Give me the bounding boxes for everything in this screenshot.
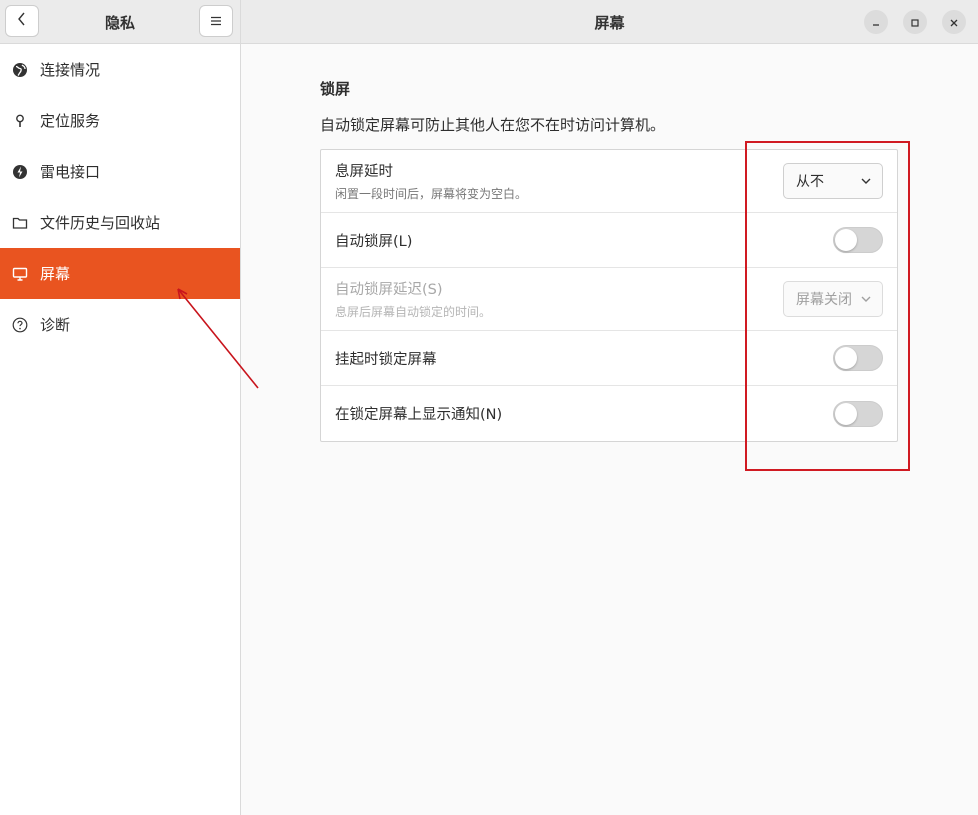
monitor-icon: [12, 266, 28, 282]
row-title: 自动锁屏(L): [335, 233, 413, 250]
section-description: 自动锁定屏幕可防止其他人在您不在时访问计算机。: [320, 116, 666, 134]
minimize-button[interactable]: [864, 10, 888, 34]
menu-button[interactable]: [199, 5, 233, 37]
settings-window: 隐私 连接情况 定位服务 雷电接口 文件历史与回收站 屏幕 诊断 屏幕 锁屏 自…: [0, 0, 978, 815]
sidebar-header: 隐私: [0, 0, 240, 44]
sidebar-item-label: 文件历史与回收站: [40, 214, 161, 232]
help-circle-icon: [12, 317, 28, 333]
sidebar: 隐私 连接情况 定位服务 雷电接口 文件历史与回收站 屏幕 诊断: [0, 0, 241, 815]
section-title: 锁屏: [320, 80, 351, 98]
sidebar-item-thunderbolt[interactable]: 雷电接口: [0, 146, 240, 197]
row-title: 自动锁屏延迟(S): [335, 282, 443, 298]
row-text: 自动锁屏延迟(S) 息屏后屏幕自动锁定的时间。: [335, 278, 491, 320]
row-title: 在锁定屏幕上显示通知(N): [335, 407, 503, 423]
sidebar-item-label: 定位服务: [40, 112, 101, 130]
globe-icon: [12, 62, 28, 78]
sidebar-item-diagnostics[interactable]: 诊断: [0, 299, 240, 350]
sidebar-item-connectivity[interactable]: 连接情况: [0, 44, 240, 95]
sidebar-item-location[interactable]: 定位服务: [0, 95, 240, 146]
maximize-icon: [910, 13, 920, 32]
row-subtitle: 息屏后屏幕自动锁定的时间。: [335, 305, 492, 319]
row-text: 息屏延时 闲置一段时间后，屏幕将变为空白。: [335, 160, 527, 202]
location-pin-icon: [12, 113, 28, 129]
sidebar-item-label: 屏幕: [40, 265, 71, 283]
thunderbolt-icon: [12, 164, 28, 180]
row-subtitle: 闲置一段时间后，屏幕将变为空白。: [335, 187, 528, 201]
maximize-button[interactable]: [903, 10, 927, 34]
sidebar-item-label: 连接情况: [40, 61, 101, 79]
folder-icon: [12, 215, 28, 231]
sidebar-item-file-history[interactable]: 文件历史与回收站: [0, 197, 240, 248]
minimize-icon: [871, 13, 881, 32]
row-title: 挂起时锁定屏幕: [335, 351, 437, 368]
main-header: 屏幕: [241, 0, 978, 44]
sidebar-item-screen[interactable]: 屏幕: [0, 248, 240, 299]
sidebar-item-label: 诊断: [40, 316, 71, 334]
row-title: 息屏延时: [335, 164, 393, 180]
sidebar-nav: 连接情况 定位服务 雷电接口 文件历史与回收站 屏幕 诊断: [0, 44, 240, 350]
close-icon: [949, 13, 959, 32]
sidebar-item-label: 雷电接口: [40, 163, 101, 181]
annotation-highlight-box: [745, 141, 910, 471]
hamburger-icon: [210, 12, 222, 31]
close-button[interactable]: [942, 10, 966, 34]
